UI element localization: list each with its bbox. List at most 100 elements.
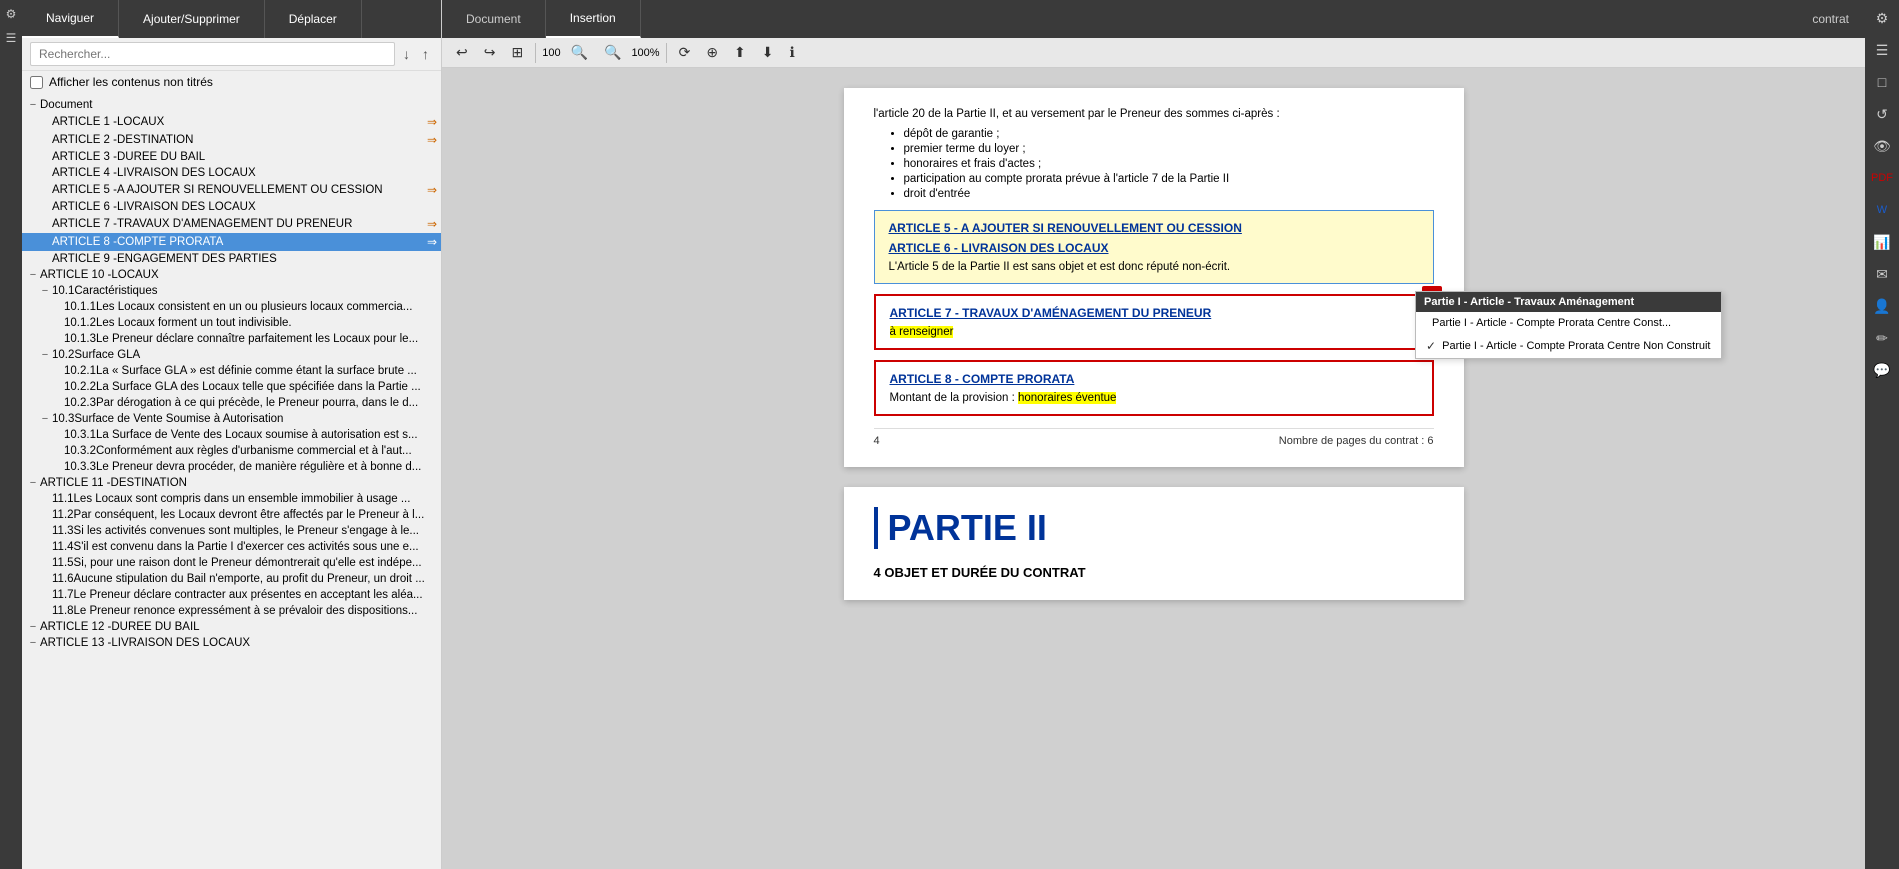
tree-item-art11-5[interactable]: 11.5Si, pour une raison dont le Preneur … (22, 555, 441, 571)
nav-tab-naviguer[interactable]: Naviguer (22, 0, 119, 38)
tree-item-art11-6[interactable]: 11.6Aucune stipulation du Bail n'emporte… (22, 571, 441, 587)
tree-label-art11-1: 11.1Les Locaux sont compris dans un ense… (52, 493, 437, 505)
tree-label-art10-1-2: 10.1.2Les Locaux forment un tout indivis… (64, 317, 437, 329)
download-btn[interactable]: ⬇ (756, 42, 780, 63)
right-icon-edit[interactable]: ✏ (1868, 324, 1896, 352)
tree-item-art7[interactable]: ARTICLE 7 -TRAVAUX D'AMÉNAGEMENT DU PREN… (22, 215, 441, 233)
tree-item-art11-2[interactable]: 11.2Par conséquent, les Locaux devront ê… (22, 507, 441, 523)
article7-placeholder: à renseigner (890, 326, 954, 338)
tree-item-art10[interactable]: − ARTICLE 10 -LOCAUX (22, 267, 441, 283)
tree-label-art5: ARTICLE 5 -A AJOUTER SI RENOUVELLEMENT O… (52, 184, 425, 196)
cursor-btn[interactable]: ⊕ (700, 42, 724, 63)
show-untitled-checkbox[interactable] (30, 76, 43, 89)
right-icon-chat[interactable]: 💬 (1868, 356, 1896, 384)
tree-item-art11-3[interactable]: 11.3Si les activités convenues sont mult… (22, 523, 441, 539)
nav-tab-ajouter[interactable]: Ajouter/Supprimer (119, 0, 265, 38)
zoom-out-btn[interactable]: 🔍 (565, 42, 594, 63)
toggle-art13[interactable]: − (26, 637, 40, 649)
tree-item-art6[interactable]: ARTICLE 6 -LIVRAISON DES LOCAUX (22, 199, 441, 215)
tree-item-art3[interactable]: ARTICLE 3 -DURÉE DU BAIL (22, 149, 441, 165)
right-icon-pdf[interactable]: PDF (1868, 164, 1896, 192)
tree-item-art9[interactable]: ARTICLE 9 -ENGAGEMENT DES PARTIES (22, 251, 441, 267)
zoom-in-btn[interactable]: 🔍 (598, 42, 627, 63)
info-btn[interactable]: ℹ (784, 42, 801, 63)
toolbar: ↩ ↪ ⊞ 100 🔍 🔍 100% ⟳ ⊕ ⬆ ⬇ ℹ (442, 38, 1865, 68)
right-icon-pages[interactable]: □ (1868, 68, 1896, 96)
bookmark-art1: ⇒ (427, 115, 437, 129)
tab-insertion[interactable]: Insertion (546, 0, 641, 38)
tree-item-art10-3[interactable]: − 10.3Surface de Vente Soumise à Autoris… (22, 411, 441, 427)
toggle-art10[interactable]: − (26, 269, 40, 281)
tree-item-art11-4[interactable]: 11.4S'il est convenu dans la Partie I d'… (22, 539, 441, 555)
toggle-document[interactable]: − (26, 99, 40, 111)
redo-btn[interactable]: ↪ (478, 42, 502, 63)
tree-item-art10-1-1[interactable]: 10.1.1Les Locaux consistent en un ou plu… (22, 299, 441, 315)
right-icon-word[interactable]: W (1868, 196, 1896, 224)
tree-item-art8[interactable]: ARTICLE 8 -COMPTE PRORATA ⇒ (22, 233, 441, 251)
tree-item-art4[interactable]: ARTICLE 4 -LIVRAISON DES LOCAUX (22, 165, 441, 181)
bullet-5: droit d'entrée (904, 188, 1434, 200)
bullet-4: participation au compte prorata prévue à… (904, 173, 1434, 185)
tree-item-art5[interactable]: ARTICLE 5 -A AJOUTER SI RENOUVELLEMENT O… (22, 181, 441, 199)
tree-item-art1[interactable]: ARTICLE 1 -LOCAUX ⇒ (22, 113, 441, 131)
upload-btn[interactable]: ⬆ (728, 42, 752, 63)
tree-item-art10-2-1[interactable]: 10.2.1La « Surface GLA » est définie com… (22, 363, 441, 379)
rotate-btn[interactable]: ⟳ (673, 42, 697, 63)
tree-item-art10-3-2[interactable]: 10.3.2Conformément aux règles d'urbanism… (22, 443, 441, 459)
tree-item-art11[interactable]: − ARTICLE 11 -DESTINATION (22, 475, 441, 491)
toggle-art10-1[interactable]: − (38, 285, 52, 297)
tree-item-art11-7[interactable]: 11.7Le Preneur déclare contracter aux pr… (22, 587, 441, 603)
tree-item-art10-2-3[interactable]: 10.2.3Par dérogation à ce qui précède, l… (22, 395, 441, 411)
right-icon-user[interactable]: 👤 (1868, 292, 1896, 320)
tree-label-art6: ARTICLE 6 -LIVRAISON DES LOCAUX (52, 201, 437, 213)
right-icon-refresh[interactable]: ↺ (1868, 100, 1896, 128)
right-icon-mail[interactable]: ✉ (1868, 260, 1896, 288)
search-input[interactable] (30, 42, 395, 66)
tree-label-art10-1: 10.1Caractéristiques (52, 285, 437, 297)
tooltip-dropdown: Partie I - Article - Travaux Aménagement… (1415, 291, 1721, 359)
tree-item-art11-1[interactable]: 11.1Les Locaux sont compris dans un ense… (22, 491, 441, 507)
doc-page-top: l'article 20 de la Partie II, et au vers… (844, 88, 1464, 467)
right-icon-chart[interactable]: 📊 (1868, 228, 1896, 256)
menu-icon[interactable]: ☰ (1, 28, 21, 48)
pages-btn[interactable]: ⊞ (505, 42, 529, 63)
tree-item-art10-3-3[interactable]: 10.3.3Le Preneur devra procéder, de mani… (22, 459, 441, 475)
tooltip-item-2[interactable]: ✓ Partie I - Article - Compte Prorata Ce… (1416, 334, 1720, 358)
tree-label-art13: ARTICLE 13 -LIVRAISON DES LOCAUX (40, 637, 437, 649)
doc-page-partie2: PARTIE II 4 OBJET ET DURÉE DU CONTRAT (844, 487, 1464, 600)
tree-item-art10-1-3[interactable]: 10.1.3Le Preneur déclare connaître parfa… (22, 331, 441, 347)
sort-down-btn[interactable]: ↓ (399, 44, 414, 64)
tree-item-art10-1-2[interactable]: 10.1.2Les Locaux forment un tout indivis… (22, 315, 441, 331)
undo-btn[interactable]: ↩ (450, 42, 474, 63)
tree-item-document[interactable]: − Document (22, 97, 441, 113)
bullet-1: dépôt de garantie ; (904, 128, 1434, 140)
partie2-title: PARTIE II (888, 507, 1434, 549)
tree-item-art12[interactable]: − ARTICLE 12 -DURÉE DU BAIL (22, 619, 441, 635)
tree-item-art10-3-1[interactable]: 10.3.1La Surface de Vente des Locaux sou… (22, 427, 441, 443)
tree-item-art11-8[interactable]: 11.8Le Preneur renonce expressément à se… (22, 603, 441, 619)
toggle-art10-3[interactable]: − (38, 413, 52, 425)
right-icon-eye[interactable]: 👁 (1868, 132, 1896, 160)
tree-item-art10-1[interactable]: − 10.1Caractéristiques (22, 283, 441, 299)
bullet-2: premier terme du loyer ; (904, 143, 1434, 155)
right-icon-settings[interactable]: ⚙ (1868, 4, 1896, 32)
right-icon-list[interactable]: ☰ (1868, 36, 1896, 64)
page-info: Nombre de pages du contrat : 6 (1279, 435, 1434, 447)
tree-item-art10-2[interactable]: − 10.2Surface GLA (22, 347, 441, 363)
tree-label-art11-6: 11.6Aucune stipulation du Bail n'emporte… (52, 573, 437, 585)
tab-document[interactable]: Document (442, 0, 546, 38)
tree-item-art13[interactable]: − ARTICLE 13 -LIVRAISON DES LOCAUX (22, 635, 441, 651)
toggle-art10-2[interactable]: − (38, 349, 52, 361)
toggle-art12[interactable]: − (26, 621, 40, 633)
toggle-art11[interactable]: − (26, 477, 40, 489)
article6-title: ARTICLE 6 - LIVRAISON DES LOCAUX (889, 241, 1419, 255)
tree-item-art2[interactable]: ARTICLE 2 -DESTINATION ⇒ (22, 131, 441, 149)
tree-item-art10-2-2[interactable]: 10.2.2La Surface GLA des Locaux telle qu… (22, 379, 441, 395)
tooltip-item-1[interactable]: Partie I - Article - Compte Prorata Cent… (1416, 312, 1720, 334)
bookmark-art5: ⇒ (427, 183, 437, 197)
tree-label-art12: ARTICLE 12 -DURÉE DU BAIL (40, 621, 437, 633)
settings-icon[interactable]: ⚙ (1, 4, 21, 24)
sort-up-btn[interactable]: ↑ (418, 44, 433, 64)
tree-label-art10-3-2: 10.3.2Conformément aux règles d'urbanism… (64, 445, 437, 457)
nav-tab-deplacer[interactable]: Déplacer (265, 0, 362, 38)
